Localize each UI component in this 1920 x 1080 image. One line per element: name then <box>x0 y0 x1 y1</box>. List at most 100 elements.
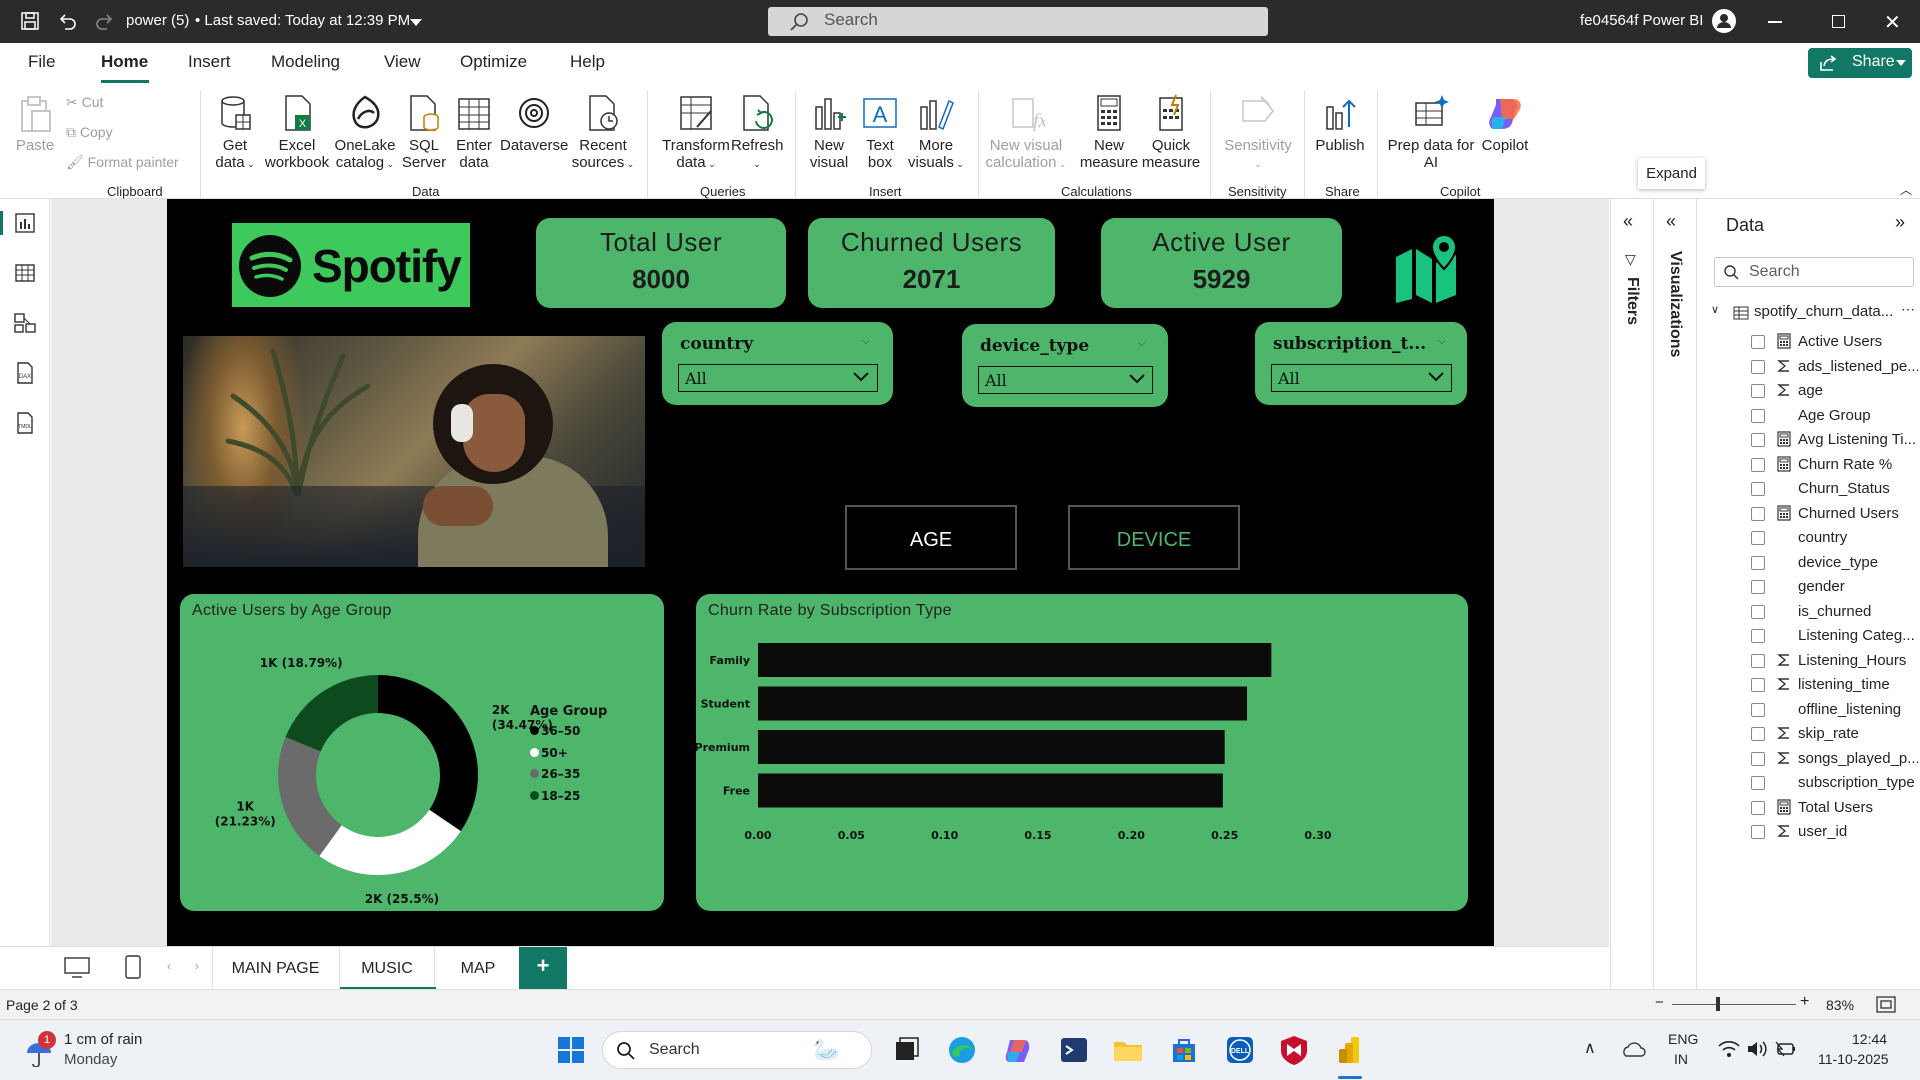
bar[interactable] <box>758 773 1223 808</box>
field-checkbox[interactable] <box>1751 702 1765 717</box>
weather-text[interactable]: 1 cm of rain <box>64 1031 142 1048</box>
bar[interactable] <box>758 730 1225 764</box>
dell-icon[interactable]: DELL <box>1224 1034 1256 1066</box>
maximize-icon[interactable] <box>1832 15 1845 28</box>
field-item[interactable]: Age Group <box>1697 404 1920 428</box>
power-bi-icon[interactable] <box>1334 1034 1366 1066</box>
paste-button[interactable]: Paste <box>14 83 56 154</box>
kpi-card-churned-users[interactable]: Churned Users 2071 <box>808 218 1055 308</box>
slicer-dropdown[interactable]: All <box>978 366 1153 394</box>
global-search-input[interactable]: Search <box>768 7 1268 36</box>
field-checkbox[interactable] <box>1751 335 1765 349</box>
sensitivity-button[interactable]: Sensitivity ⌄ <box>1218 83 1298 173</box>
field-item[interactable]: Avg Listening Ti... <box>1697 428 1920 452</box>
get-data-button[interactable]: Get data ⌄ <box>210 83 260 173</box>
field-checkbox[interactable] <box>1751 751 1765 766</box>
zoom-slider[interactable] <box>1672 1004 1796 1005</box>
fit-to-page-icon[interactable] <box>1876 996 1896 1013</box>
document-title[interactable]: power (5) <box>126 12 189 29</box>
donut-slice[interactable] <box>378 675 478 832</box>
text-box-button[interactable]: A Text box <box>856 83 904 171</box>
field-item[interactable]: device_type <box>1697 551 1920 575</box>
field-item[interactable]: songs_played_p... <box>1697 747 1920 771</box>
menu-modeling[interactable]: Modeling <box>271 52 340 72</box>
visualizations-pane[interactable]: « Visualizations <box>1653 199 1695 989</box>
redo-icon[interactable] <box>95 11 115 34</box>
language-bottom[interactable]: IN <box>1674 1051 1688 1067</box>
field-item[interactable]: user_id <box>1697 820 1920 844</box>
field-item[interactable]: Active Users <box>1697 330 1920 354</box>
edge-icon[interactable] <box>946 1034 978 1066</box>
add-page-button[interactable]: + <box>519 947 567 990</box>
field-checkbox[interactable] <box>1751 457 1765 472</box>
chevron-down-icon[interactable]: ⌵ <box>1438 336 1446 347</box>
field-checkbox[interactable] <box>1751 384 1765 398</box>
field-checkbox[interactable] <box>1751 531 1765 545</box>
close-icon[interactable]: ✕ <box>1884 10 1901 35</box>
donut-slice[interactable] <box>285 675 378 752</box>
recent-sources-button[interactable]: Recent sources ⌄ <box>570 83 636 173</box>
field-item[interactable]: Churn_Status <box>1697 477 1920 501</box>
field-item[interactable]: listening_time <box>1697 673 1920 697</box>
field-item[interactable]: country <box>1697 526 1920 550</box>
map-nav-icon[interactable] <box>1394 233 1458 303</box>
field-item[interactable]: Listening_Hours <box>1697 649 1920 673</box>
field-checkbox[interactable] <box>1751 359 1765 374</box>
menu-optimize[interactable]: Optimize <box>460 52 527 72</box>
slicer-dropdown[interactable]: All <box>678 364 878 392</box>
zoom-in-button[interactable]: + <box>1800 993 1809 1011</box>
kpi-card-total-users[interactable]: Total User 8000 <box>536 218 786 308</box>
zoom-level[interactable]: 83% <box>1826 997 1854 1013</box>
mcafee-icon[interactable] <box>1278 1034 1310 1066</box>
chevron-down-icon[interactable]: ⌵ <box>1138 338 1146 349</box>
taskbar-search[interactable]: Search 🦢 <box>602 1031 872 1069</box>
field-item[interactable]: Churned Users <box>1697 502 1920 526</box>
more-options-icon[interactable]: ⋯ <box>1901 301 1915 318</box>
save-icon[interactable] <box>20 11 40 34</box>
dax-query-view-icon[interactable]: DAX <box>13 361 37 385</box>
zoom-out-button[interactable]: − <box>1655 994 1664 1011</box>
field-item[interactable]: is_churned <box>1697 600 1920 624</box>
donut-slice[interactable] <box>319 809 461 875</box>
clock-date[interactable]: 11-10-2025 <box>1818 1051 1889 1067</box>
field-checkbox[interactable] <box>1751 580 1765 594</box>
collapse-data-pane-icon[interactable]: » <box>1895 212 1905 233</box>
new-measure-button[interactable]: New measure <box>1077 83 1141 171</box>
show-hidden-icons[interactable]: ∧ <box>1584 1038 1596 1058</box>
chevron-down-icon[interactable]: ∨ <box>1711 303 1719 316</box>
legend-item[interactable]: 26–35 <box>530 767 580 781</box>
avatar[interactable] <box>1712 9 1736 33</box>
bar-chart-panel[interactable]: Churn Rate by Subscription Type Family St… <box>696 594 1468 911</box>
field-checkbox[interactable] <box>1751 555 1765 570</box>
legend-item[interactable]: 18–25 <box>530 789 580 803</box>
field-checkbox[interactable] <box>1751 727 1765 741</box>
slicer-country[interactable]: country ⌵ All <box>662 322 893 405</box>
bar[interactable] <box>758 643 1272 677</box>
field-item[interactable]: ads_listened_pe... <box>1697 355 1920 379</box>
field-checkbox[interactable] <box>1751 506 1765 521</box>
format-painter-button[interactable]: 🖌 Format painter <box>66 154 179 171</box>
slicer-dropdown[interactable]: All <box>1271 364 1452 392</box>
windows-start-icon[interactable] <box>555 1034 587 1066</box>
copilot-app-icon[interactable] <box>1002 1034 1034 1066</box>
publish-button[interactable]: Publish <box>1312 83 1368 154</box>
table-node[interactable]: ∨ spotify_churn_data... ⋯ <box>1697 301 1920 325</box>
bar[interactable] <box>758 686 1248 721</box>
age-page-button[interactable]: AGE <box>845 505 1017 570</box>
share-button[interactable]: Share <box>1808 48 1912 78</box>
onelake-catalog-button[interactable]: OneLake catalog ⌄ <box>334 83 396 173</box>
field-checkbox[interactable] <box>1751 482 1765 496</box>
report-view-icon[interactable] <box>13 211 37 235</box>
store-icon[interactable] <box>1168 1034 1200 1066</box>
page-tab-map[interactable]: MAP <box>436 947 520 990</box>
terminal-icon[interactable] <box>1058 1034 1090 1066</box>
new-visual-calculation-button[interactable]: fx New visualcalculation ⌄ <box>984 83 1068 173</box>
field-checkbox[interactable] <box>1751 408 1765 423</box>
device-page-button[interactable]: DEVICE <box>1068 505 1240 570</box>
field-checkbox[interactable] <box>1751 678 1765 692</box>
account-name[interactable]: fe04564f Power BI <box>1580 12 1703 29</box>
menu-home[interactable]: Home <box>101 52 148 72</box>
donut-chart[interactable]: 2K (34.47%)2K (25.5%)1K (21.23%)1K (18.79%… <box>180 594 664 911</box>
expand-visualizations-icon[interactable]: « <box>1666 211 1676 232</box>
field-item[interactable]: subscription_type <box>1697 771 1920 795</box>
